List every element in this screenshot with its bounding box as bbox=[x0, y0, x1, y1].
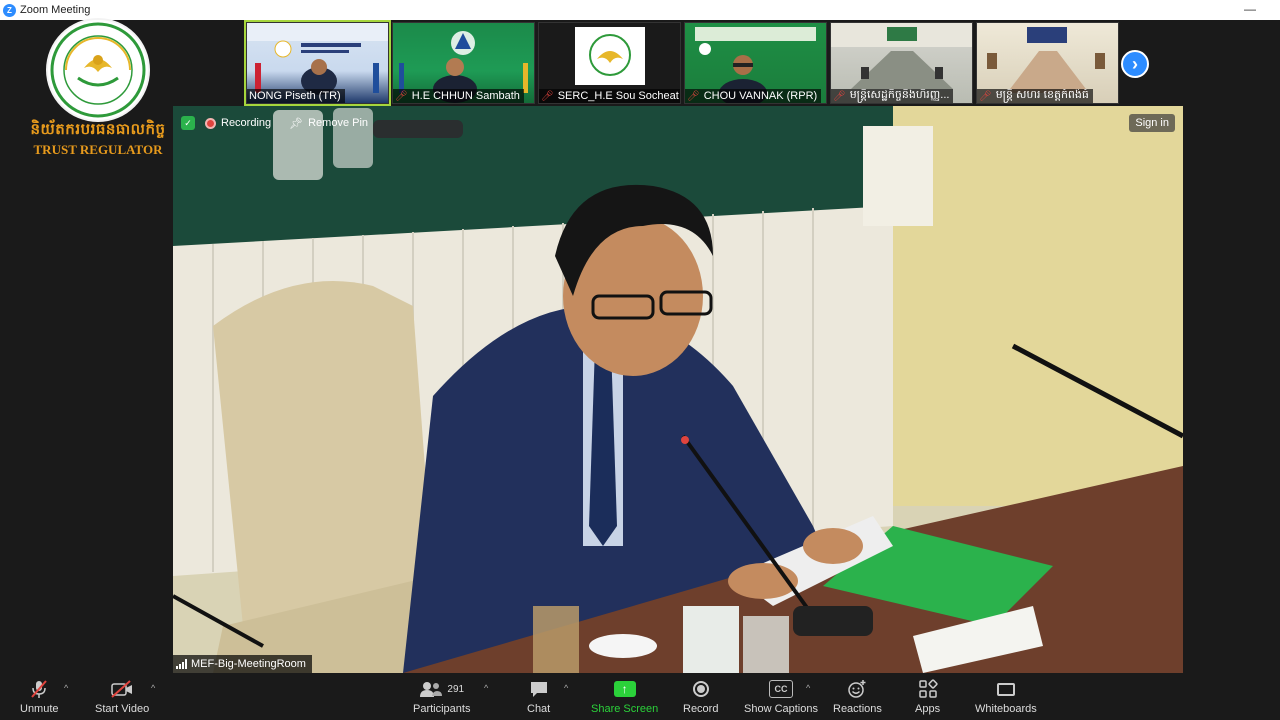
next-page-chevron-icon[interactable]: › bbox=[1121, 50, 1149, 78]
unmute-label: Unmute bbox=[20, 703, 59, 715]
record-icon-wrap bbox=[692, 679, 709, 699]
participants-icon-group: 291 bbox=[419, 679, 464, 699]
share-screen-label: Share Screen bbox=[591, 703, 659, 715]
muted-mic-icon: 🎤︎ bbox=[833, 90, 846, 102]
window-title: Zoom Meeting bbox=[20, 4, 91, 16]
participants-icon bbox=[420, 682, 443, 697]
muted-mic-icon: 🎤︎ bbox=[979, 90, 992, 102]
sign-in-button[interactable]: Sign in bbox=[1129, 114, 1175, 132]
participant-tile[interactable]: 🎤︎ H.E CHHUN Sambath bbox=[392, 22, 535, 104]
participant-name-label: 🎤︎ H.E CHHUN Sambath bbox=[393, 89, 524, 103]
audio-options-caret-icon[interactable]: ^ bbox=[64, 683, 68, 693]
whiteboards-button[interactable]: Whiteboards bbox=[975, 679, 1037, 715]
active-speaker-video: ✓ Recording 📌︎ Remove Pin Sign in MEF-Bi… bbox=[173, 106, 1183, 673]
participant-tile[interactable]: 🎤︎ មន្ត្រី សហរ ខេត្តកំពង់ធំ bbox=[976, 22, 1119, 104]
muted-mic-icon bbox=[29, 679, 49, 699]
chat-label: Chat bbox=[527, 703, 551, 715]
signal-strength-icon bbox=[176, 659, 187, 669]
participant-tile[interactable]: 🎤︎ SERC_H.E Sou Socheat bbox=[538, 22, 681, 104]
closed-captions-icon: CC bbox=[769, 680, 793, 698]
captions-options-caret-icon[interactable]: ^ bbox=[806, 683, 810, 693]
smiley-plus-icon bbox=[847, 679, 867, 699]
minimize-button[interactable]: — bbox=[1244, 2, 1256, 16]
whiteboard-icon bbox=[996, 682, 1015, 696]
meeting-stage: និយ័តករបរធនធាលកិច្ច TRUST REGULATOR NONG… bbox=[0, 20, 1280, 675]
muted-mic-icon: 🎤︎ bbox=[541, 90, 554, 102]
whiteboard-icon-wrap bbox=[996, 679, 1015, 699]
logo-english-text: TRUST REGULATOR bbox=[33, 142, 163, 157]
participants-button[interactable]: 291 Participants bbox=[413, 679, 470, 715]
pin-icon: 📌︎ bbox=[289, 117, 304, 130]
remove-pin-button[interactable]: 📌︎ Remove Pin bbox=[289, 117, 368, 130]
record-button[interactable]: Record bbox=[683, 679, 718, 715]
participant-name-label: 🎤︎ មន្ត្រី សហរ ខេត្តកំពង់ធំ bbox=[977, 89, 1093, 103]
participant-name-label: 🎤︎ SERC_H.E Sou Socheat bbox=[539, 89, 680, 103]
recording-badge: ✓ Recording 📌︎ Remove Pin bbox=[181, 114, 368, 132]
start-video-label: Start Video bbox=[95, 703, 150, 715]
speaker-name-label: MEF-Big-MeetingRoom bbox=[173, 655, 312, 673]
record-label: Record bbox=[683, 703, 719, 715]
trust-regulator-logo: និយ័តករបរធនធាលកិច្ច TRUST REGULATOR bbox=[20, 20, 176, 180]
record-icon bbox=[692, 681, 709, 697]
window-titlebar: Z Zoom Meeting — bbox=[0, 0, 1280, 20]
apps-label: Apps bbox=[915, 703, 941, 715]
chat-options-caret-icon[interactable]: ^ bbox=[564, 683, 568, 693]
participant-name-label: NONG Piseth (TR) bbox=[247, 89, 345, 103]
participant-name-label: 🎤︎ មន្ត្រីសេដ្ឋកិច្ចនិងហិរញ្ញ... bbox=[831, 89, 954, 103]
share-screen-button[interactable]: ↑ Share Screen bbox=[591, 679, 658, 715]
participant-tile[interactable]: NONG Piseth (TR) bbox=[244, 20, 391, 106]
video-options-caret-icon[interactable]: ^ bbox=[151, 683, 155, 693]
recording-label: Recording bbox=[221, 117, 272, 129]
participants-count: 291 bbox=[447, 683, 465, 695]
logo-khmer-text: និយ័តករបរធនធាលកិច្ច bbox=[30, 120, 166, 138]
video-off-icon bbox=[110, 679, 134, 699]
reactions-button[interactable]: Reactions bbox=[833, 679, 882, 715]
participant-thumbnail-strip: NONG Piseth (TR) 🎤︎ H.E CHHUN Sambath 🎤︎… bbox=[244, 20, 1119, 106]
muted-mic-icon: 🎤︎ bbox=[395, 90, 408, 102]
captions-icon-wrap: CC bbox=[769, 679, 793, 699]
apps-button[interactable]: Apps bbox=[915, 679, 940, 715]
chat-bubble-icon bbox=[529, 679, 549, 699]
participant-name-label: 🎤︎ CHOU VANNAK (RPR) bbox=[685, 89, 822, 103]
security-shield-icon[interactable]: ✓ bbox=[181, 116, 195, 130]
recording-indicator[interactable]: Recording bbox=[205, 117, 271, 129]
remove-pin-label: Remove Pin bbox=[308, 117, 369, 129]
share-screen-icon-wrap: ↑ bbox=[613, 679, 636, 699]
room-name: MEF-Big-MeetingRoom bbox=[191, 658, 306, 670]
unmute-button[interactable]: Unmute bbox=[20, 679, 59, 715]
logo-emblem bbox=[48, 20, 148, 120]
whiteboards-label: Whiteboards bbox=[975, 703, 1037, 715]
meeting-toolbar: Unmute ^ Start Video ^ 291 Participants … bbox=[0, 675, 1280, 720]
chat-button[interactable]: Chat bbox=[527, 679, 550, 715]
share-screen-icon: ↑ bbox=[613, 681, 636, 697]
participant-tile[interactable]: 🎤︎ CHOU VANNAK (RPR) bbox=[684, 22, 827, 104]
participants-options-caret-icon[interactable]: ^ bbox=[484, 683, 488, 693]
reactions-label: Reactions bbox=[833, 703, 882, 715]
apps-icon bbox=[918, 679, 938, 699]
participant-tile[interactable]: 🎤︎ មន្ត្រីសេដ្ឋកិច្ចនិងហិរញ្ញ... bbox=[830, 22, 973, 104]
participants-label: Participants bbox=[413, 703, 471, 715]
show-captions-label: Show Captions bbox=[744, 703, 818, 715]
zoom-logo-icon: Z bbox=[3, 3, 16, 17]
recording-dot-icon bbox=[205, 117, 216, 129]
muted-mic-icon: 🎤︎ bbox=[687, 90, 700, 102]
start-video-button[interactable]: Start Video bbox=[95, 679, 149, 715]
